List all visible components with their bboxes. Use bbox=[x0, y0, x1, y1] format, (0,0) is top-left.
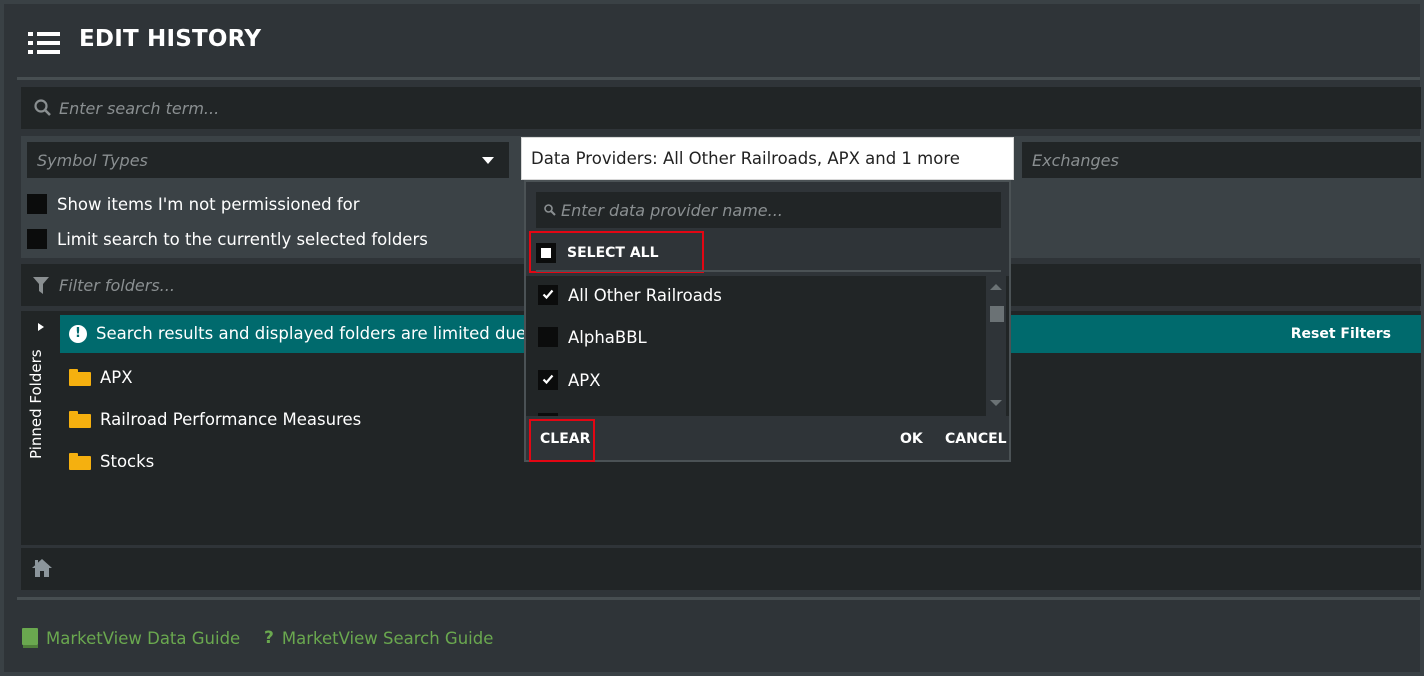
exchanges-select[interactable]: Exchanges bbox=[1022, 142, 1421, 178]
select-all-highlight bbox=[529, 231, 704, 273]
show-unpermissioned-checkbox[interactable] bbox=[27, 194, 47, 214]
data-provider-search-placeholder: Enter data provider name... bbox=[561, 201, 783, 220]
filter-icon bbox=[33, 277, 49, 294]
folder-icon bbox=[69, 368, 91, 386]
list-menu-icon[interactable] bbox=[28, 32, 60, 56]
show-unpermissioned-label: Show items I'm not permissioned for bbox=[57, 194, 360, 214]
breadcrumb-bar bbox=[21, 548, 1421, 590]
data-providers-dropdown: Enter data provider name... SELECT ALL A… bbox=[524, 180, 1011, 462]
data-provider-checkbox[interactable] bbox=[538, 413, 558, 416]
scroll-thumb[interactable] bbox=[990, 306, 1004, 322]
data-provider-checkbox[interactable] bbox=[538, 327, 558, 347]
search-guide-link[interactable]: ? MarketView Search Guide bbox=[264, 628, 493, 648]
data-provider-item-partial[interactable] bbox=[538, 408, 558, 416]
data-provider-label: APX bbox=[568, 370, 601, 390]
header-divider bbox=[17, 77, 1420, 80]
limit-search-checkbox-row[interactable]: Limit search to the currently selected f… bbox=[27, 227, 428, 251]
show-unpermissioned-checkbox-row[interactable]: Show items I'm not permissioned for bbox=[27, 192, 360, 216]
data-provider-item[interactable]: AlphaBBL bbox=[538, 322, 647, 352]
folder-icon bbox=[69, 410, 91, 428]
exchanges-placeholder: Exchanges bbox=[1032, 151, 1119, 170]
data-provider-label: AlphaBBL bbox=[568, 327, 647, 347]
data-guide-link[interactable]: MarketView Data Guide bbox=[22, 628, 240, 648]
data-provider-item[interactable]: APX bbox=[538, 365, 601, 395]
data-provider-label: All Other Railroads bbox=[568, 285, 722, 305]
limit-search-label: Limit search to the currently selected f… bbox=[57, 229, 428, 249]
ok-button[interactable]: OK bbox=[900, 431, 923, 447]
search-input[interactable]: Enter search term... bbox=[21, 87, 1421, 129]
data-provider-list: All Other Railroads AlphaBBL APX bbox=[526, 276, 1009, 416]
info-icon: ! bbox=[69, 325, 87, 343]
search-icon bbox=[34, 99, 51, 116]
banner-message: Search results and displayed folders are… bbox=[96, 324, 548, 343]
data-guide-label: MarketView Data Guide bbox=[46, 628, 241, 648]
data-provider-checkbox[interactable] bbox=[538, 370, 558, 390]
pinned-folders-label: Pinned Folders bbox=[27, 349, 45, 459]
search-placeholder: Enter search term... bbox=[59, 99, 220, 118]
data-providers-select[interactable]: Data Providers: All Other Railroads, APX… bbox=[521, 137, 1014, 180]
header: EDIT HISTORY bbox=[4, 4, 1420, 76]
folder-item[interactable]: APX bbox=[69, 362, 133, 392]
clear-highlight bbox=[529, 419, 595, 462]
dropdown-divider bbox=[536, 270, 1001, 272]
page-title: EDIT HISTORY bbox=[79, 26, 262, 52]
folder-icon bbox=[69, 452, 91, 470]
expand-arrow-icon[interactable] bbox=[38, 323, 44, 331]
checkmark-icon bbox=[542, 289, 554, 300]
cancel-button[interactable]: CANCEL bbox=[945, 431, 1007, 447]
data-provider-item[interactable]: All Other Railroads bbox=[538, 280, 722, 310]
scroll-up-icon[interactable] bbox=[990, 284, 1002, 290]
folder-label: Stocks bbox=[100, 451, 155, 471]
search-icon bbox=[544, 204, 556, 216]
search-guide-label: MarketView Search Guide bbox=[281, 628, 494, 648]
data-providers-summary: Data Providers: All Other Railroads, APX… bbox=[531, 149, 960, 168]
book-icon bbox=[22, 628, 38, 648]
question-icon: ? bbox=[264, 628, 274, 648]
footer-divider bbox=[17, 597, 1420, 600]
symbol-types-placeholder: Symbol Types bbox=[37, 151, 148, 170]
limit-search-checkbox[interactable] bbox=[27, 229, 47, 249]
data-provider-search-input[interactable]: Enter data provider name... bbox=[536, 192, 1001, 228]
dropdown-actions: CLEAR OK CANCEL bbox=[526, 418, 1009, 460]
scroll-down-icon[interactable] bbox=[990, 400, 1002, 406]
folder-label: Railroad Performance Measures bbox=[100, 409, 362, 429]
folder-label: APX bbox=[100, 367, 133, 387]
home-icon[interactable] bbox=[31, 558, 53, 578]
reset-filters-button[interactable]: Reset Filters bbox=[1291, 326, 1391, 342]
pinned-folders-tab[interactable]: Pinned Folders bbox=[21, 311, 59, 545]
folder-item[interactable]: Railroad Performance Measures bbox=[69, 404, 361, 434]
checkmark-icon bbox=[542, 374, 554, 385]
data-provider-checkbox[interactable] bbox=[538, 285, 558, 305]
folder-filter-placeholder: Filter folders... bbox=[59, 276, 175, 295]
symbol-types-select[interactable]: Symbol Types bbox=[27, 142, 509, 178]
folder-item[interactable]: Stocks bbox=[69, 446, 154, 476]
data-provider-scrollbar[interactable] bbox=[986, 276, 1006, 416]
caret-down-icon bbox=[482, 157, 494, 164]
